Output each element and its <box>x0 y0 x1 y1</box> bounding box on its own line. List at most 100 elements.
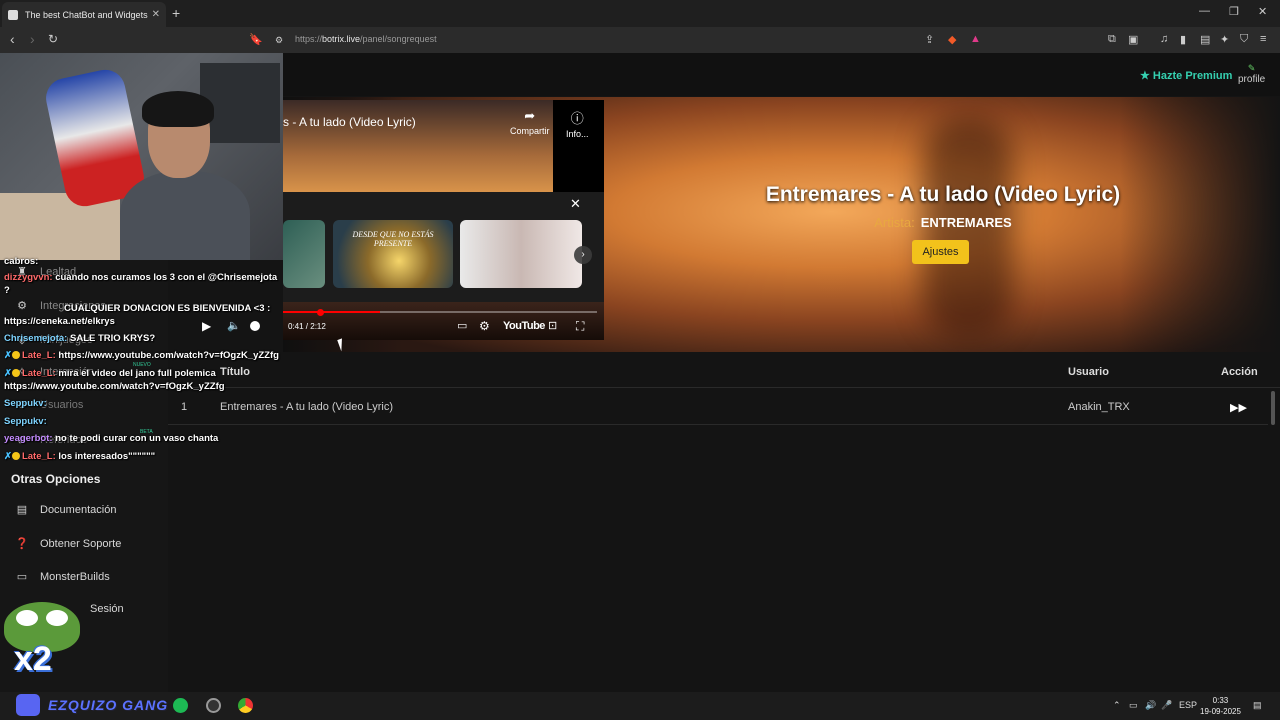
media-icon[interactable]: ♫ <box>1160 33 1168 45</box>
emote-multiplier: x2 <box>14 640 52 678</box>
suggestion-thumbnail[interactable] <box>283 220 325 288</box>
subtitles-icon[interactable]: ▭ <box>457 319 467 332</box>
play-icon[interactable]: ▶ <box>202 319 211 333</box>
now-playing-title: Entremares - A tu lado (Video Lyric) <box>765 183 1121 206</box>
skip-song-icon[interactable]: ▶▶ <box>1230 401 1247 414</box>
profile-avatar-icon: ✎ <box>1247 63 1256 73</box>
sidebar-item-docs[interactable]: ▤ Documentación <box>14 503 117 517</box>
sword-icon: ✗ <box>4 451 12 462</box>
brave-rewards-icon[interactable]: ▲ <box>970 33 981 45</box>
premium-label: Hazte Premium <box>1152 70 1233 82</box>
sidebar-item-label: MonsterBuilds <box>40 570 110 583</box>
obs-icon[interactable] <box>206 698 221 713</box>
col-user: Usuario <box>1068 366 1109 378</box>
address-bar[interactable]: https://botrix.live/panel/songrequest <box>295 34 437 44</box>
wallet-icon[interactable]: ▤ <box>1200 33 1210 46</box>
spotify-icon[interactable] <box>173 698 188 713</box>
progress-knob[interactable] <box>317 309 324 316</box>
volume-tray-icon[interactable]: 🔊 <box>1145 700 1156 711</box>
table-scrollbar[interactable] <box>1271 391 1275 425</box>
chat-message: https://ceneka.net/elkrys <box>4 316 115 327</box>
botrix-favicon-icon <box>8 9 18 20</box>
brave-shield-icon[interactable]: ◆ <box>948 33 956 46</box>
extensions-icon[interactable]: ⧉ <box>1108 33 1116 46</box>
sidebar-item-monsterbuilds[interactable]: ▭ MonsterBuilds <box>14 570 110 584</box>
artist-name: ENTREMARES <box>920 215 1012 230</box>
restore-icon[interactable]: ❐ <box>1229 5 1239 18</box>
network-icon[interactable]: ▭ <box>1129 700 1138 711</box>
suggestion-thumbnail[interactable]: DESDE QUE NO ESTÁS PRESENTE <box>333 220 453 288</box>
language-indicator[interactable]: ESP <box>1179 700 1197 710</box>
book-icon: ▤ <box>16 504 28 516</box>
chat-message: Seppukv: <box>4 416 47 427</box>
browser-tab-bar: The best ChatBot and Widgets f ✕ + — ❐ ✕ <box>0 0 1280 27</box>
suggestion-caption: DESDE QUE NO ESTÁS PRESENTE <box>352 230 434 248</box>
forward-icon[interactable]: › <box>30 31 35 47</box>
reload-icon[interactable]: ↻ <box>48 32 58 46</box>
share-icon: ➦ <box>524 108 536 123</box>
volume-knob[interactable] <box>250 321 260 331</box>
window-close-icon[interactable]: ✕ <box>1258 5 1267 18</box>
cast-icon[interactable]: ⊡ <box>548 319 557 332</box>
help-icon: ❓ <box>15 538 29 550</box>
url-path: /panel/songrequest <box>360 34 437 44</box>
queue-table-header: Título Usuario Acción <box>168 354 1280 388</box>
sidebar-item-logout[interactable]: Sesión <box>90 603 124 615</box>
sidebar-item-support[interactable]: ❓ Obtener Soporte <box>14 537 121 551</box>
profile-label: profile <box>1238 74 1266 85</box>
progress-fill <box>283 311 381 313</box>
share-button[interactable]: ➦ Compartir <box>510 108 550 136</box>
chat-message: Chrisemejota: SALE TRIO KRYS? <box>4 333 156 344</box>
screenshot-icon[interactable]: ▣ <box>1128 33 1138 46</box>
youtube-player[interactable]: s - A tu lado (Video Lyric) ➦ Compartir ⓘ… <box>283 100 604 340</box>
clock[interactable]: 0:33 19-09-2025 <box>1200 695 1241 717</box>
suggestion-thumbnail[interactable] <box>460 220 582 288</box>
volume-icon[interactable]: 🔈 <box>227 319 241 332</box>
sword-icon: ✗ <box>4 368 12 379</box>
sub-badge-icon <box>11 369 20 377</box>
row-index: 1 <box>181 401 188 413</box>
chat-message: https://www.youtube.com/watch?v=fOgzK_yZ… <box>4 381 225 392</box>
share-page-icon[interactable]: ⇪ <box>925 33 934 46</box>
share-label: Compartir <box>510 126 550 136</box>
sidebar-section-title: Otras Opciones <box>11 472 101 486</box>
table-row: 1 Entremares - A tu lado (Video Lyric) A… <box>168 389 1268 425</box>
chat-message: ? <box>4 285 10 296</box>
site-settings-icon[interactable]: ⚙ <box>275 35 283 46</box>
star-icon: ★ <box>1140 70 1153 82</box>
progress-bar[interactable] <box>283 311 597 313</box>
next-suggestions-icon[interactable]: › <box>574 246 592 264</box>
leo-ai-icon[interactable]: ✦ <box>1220 33 1229 46</box>
clock-date: 19-09-2025 <box>1200 707 1241 716</box>
browser-tab[interactable]: The best ChatBot and Widgets f ✕ <box>2 2 166 27</box>
mic-icon[interactable]: 🎤 <box>1161 700 1172 711</box>
menu-icon[interactable]: ≡ <box>1260 33 1266 45</box>
chat-message: yeagerbot: no te podi curar con un vaso … <box>4 433 219 444</box>
profile-menu[interactable]: ✎ profile <box>1238 63 1265 85</box>
sidebar-toggle-icon[interactable]: ▮ <box>1180 33 1186 46</box>
close-suggestions-icon[interactable]: ✕ <box>570 196 581 212</box>
new-tab-icon[interactable]: + <box>172 5 180 21</box>
bookmark-icon[interactable]: 🔖 <box>249 33 263 46</box>
vpn-icon[interactable]: ⛉ <box>1240 33 1248 46</box>
notifications-icon[interactable]: ▤ <box>1253 700 1262 711</box>
back-icon[interactable]: ‹ <box>10 31 15 47</box>
chat-message: ✗ Late_L: mira el video del jano full pol… <box>4 368 216 379</box>
sidebar-item-label: Sesión <box>90 603 124 615</box>
fullscreen-icon[interactable]: ⛶ <box>576 319 584 334</box>
youtube-logo[interactable]: YouTube <box>503 320 545 332</box>
player-settings-icon[interactable]: ⚙ <box>479 319 490 333</box>
info-button[interactable]: ⓘ Info... <box>566 108 589 139</box>
video-title[interactable]: s - A tu lado (Video Lyric) <box>283 115 416 129</box>
webcam-overlay <box>0 53 283 260</box>
tab-close-icon[interactable]: ✕ <box>152 9 160 20</box>
chrome-icon[interactable] <box>238 698 253 713</box>
premium-link[interactable]: ★ Hazte Premium <box>1140 69 1232 82</box>
col-action: Acción <box>1221 366 1258 378</box>
sword-icon: ✗ <box>4 350 12 361</box>
settings-button[interactable]: Ajustes <box>912 240 969 264</box>
minimize-icon[interactable]: — <box>1199 5 1210 17</box>
url-prefix: https:// <box>295 34 323 44</box>
tray-expand-icon[interactable]: ⌃ <box>1113 700 1121 711</box>
browser-toolbar: ‹ › ↻ 🔖 ⚙ https://botrix.live/panel/song… <box>0 27 1280 53</box>
